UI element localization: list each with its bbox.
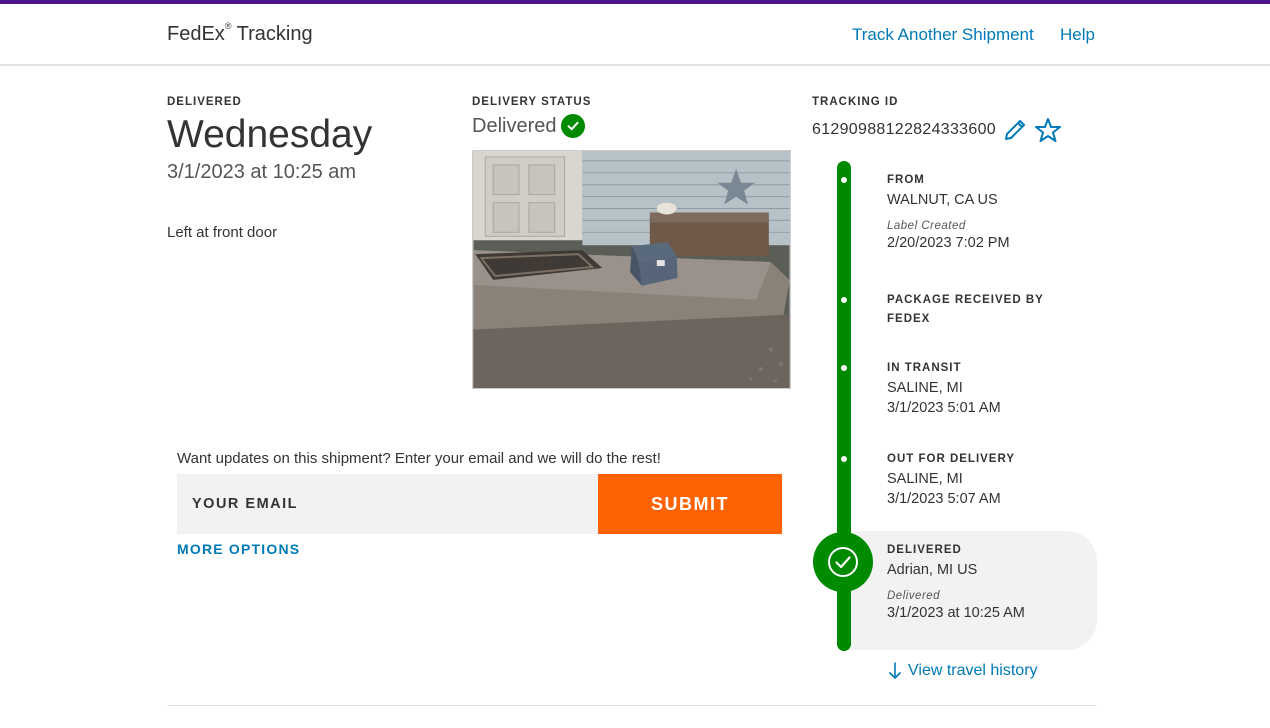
timeline-step-datetime: 3/1/2023 at 10:25 AM: [887, 605, 1025, 621]
timeline-step-location: SALINE, MI: [887, 471, 963, 487]
help-link[interactable]: Help: [1060, 25, 1095, 45]
tracking-id-value: 61290988122824333600: [812, 121, 996, 138]
brand-title[interactable]: FedEx® Tracking: [167, 21, 313, 46]
delivery-status-label: DELIVERY STATUS: [472, 96, 592, 108]
arrow-down-icon: [889, 662, 901, 679]
section-divider: [167, 705, 1097, 706]
tracking-id-section: TRACKING ID 61290988122824333600: [812, 96, 1112, 144]
delivered-check-icon: [813, 532, 873, 592]
timeline-step-title: FROM: [887, 174, 925, 186]
timeline-step-location: WALNUT, CA US: [887, 192, 998, 208]
timeline-step-title: PACKAGE RECEIVED BY: [887, 294, 1044, 306]
brand-suffix: Tracking: [236, 23, 313, 45]
timeline-step-delivered: DELIVERED Adrian, MI US Delivered 3/1/20…: [887, 541, 1087, 623]
email-updates-prompt: Want updates on this shipment? Enter you…: [177, 450, 661, 467]
timeline-step-datetime: 3/1/2023 5:07 AM: [887, 491, 1001, 507]
timeline-dot: [841, 365, 847, 371]
timeline-dot: [841, 177, 847, 183]
brand-name: FedEx: [167, 23, 225, 45]
timeline-step-out-for-delivery: OUT FOR DELIVERY SALINE, MI 3/1/2023 5:0…: [887, 450, 1087, 509]
timeline-step-subtitle: Label Created: [887, 220, 966, 232]
timeline-step-datetime: 2/20/2023 7:02 PM: [887, 235, 1010, 251]
track-another-shipment-link[interactable]: Track Another Shipment: [852, 25, 1034, 45]
timeline-step-from: FROM WALNUT, CA US Label Created 2/20/20…: [887, 171, 1087, 253]
timeline-step-in-transit: IN TRANSIT SALINE, MI 3/1/2023 5:01 AM: [887, 359, 1087, 418]
delivered-label: DELIVERED: [167, 96, 242, 108]
timeline-step-location: SALINE, MI: [887, 380, 963, 396]
timeline-step-received: PACKAGE RECEIVED BY FEDEX: [887, 291, 1087, 329]
view-travel-history-label: View travel history: [908, 662, 1038, 679]
star-icon[interactable]: [1034, 116, 1062, 144]
timeline-step-title-cont: FEDEX: [887, 313, 931, 325]
page-header: FedEx® Tracking Track Another Shipment H…: [0, 4, 1270, 66]
email-field[interactable]: [177, 474, 598, 534]
check-circle-icon: [561, 114, 586, 138]
timeline-step-location: Adrian, MI US: [887, 562, 978, 578]
tracking-id-label: TRACKING ID: [812, 96, 899, 108]
delivery-status-value: Delivered: [472, 114, 557, 137]
submit-button[interactable]: SUBMIT: [598, 474, 782, 534]
delivery-status-section: DELIVERY STATUS Delivered: [472, 96, 792, 389]
view-travel-history-link[interactable]: View travel history: [888, 662, 1038, 680]
delivery-day: Wednesday: [167, 113, 373, 156]
timeline-step-datetime: 3/1/2023 5:01 AM: [887, 400, 1001, 416]
timeline-step-subtitle: Delivered: [887, 590, 941, 602]
proof-of-delivery-photo[interactable]: [472, 150, 791, 389]
registered-mark: ®: [224, 21, 232, 32]
timeline-dot: [841, 456, 847, 462]
more-options-link[interactable]: MORE OPTIONS: [177, 541, 300, 557]
timeline-step-title: IN TRANSIT: [887, 362, 962, 374]
timeline-dot: [841, 297, 847, 303]
delivery-datetime: 3/1/2023 at 10:25 am: [167, 160, 357, 183]
delivery-summary: DELIVERED Wednesday 3/1/2023 at 10:25 am…: [167, 96, 447, 241]
timeline-step-title: OUT FOR DELIVERY: [887, 453, 1016, 465]
pencil-icon[interactable]: [1002, 117, 1028, 143]
delivery-location-note: Left at front door: [167, 223, 278, 241]
timeline-step-title: DELIVERED: [887, 544, 962, 556]
